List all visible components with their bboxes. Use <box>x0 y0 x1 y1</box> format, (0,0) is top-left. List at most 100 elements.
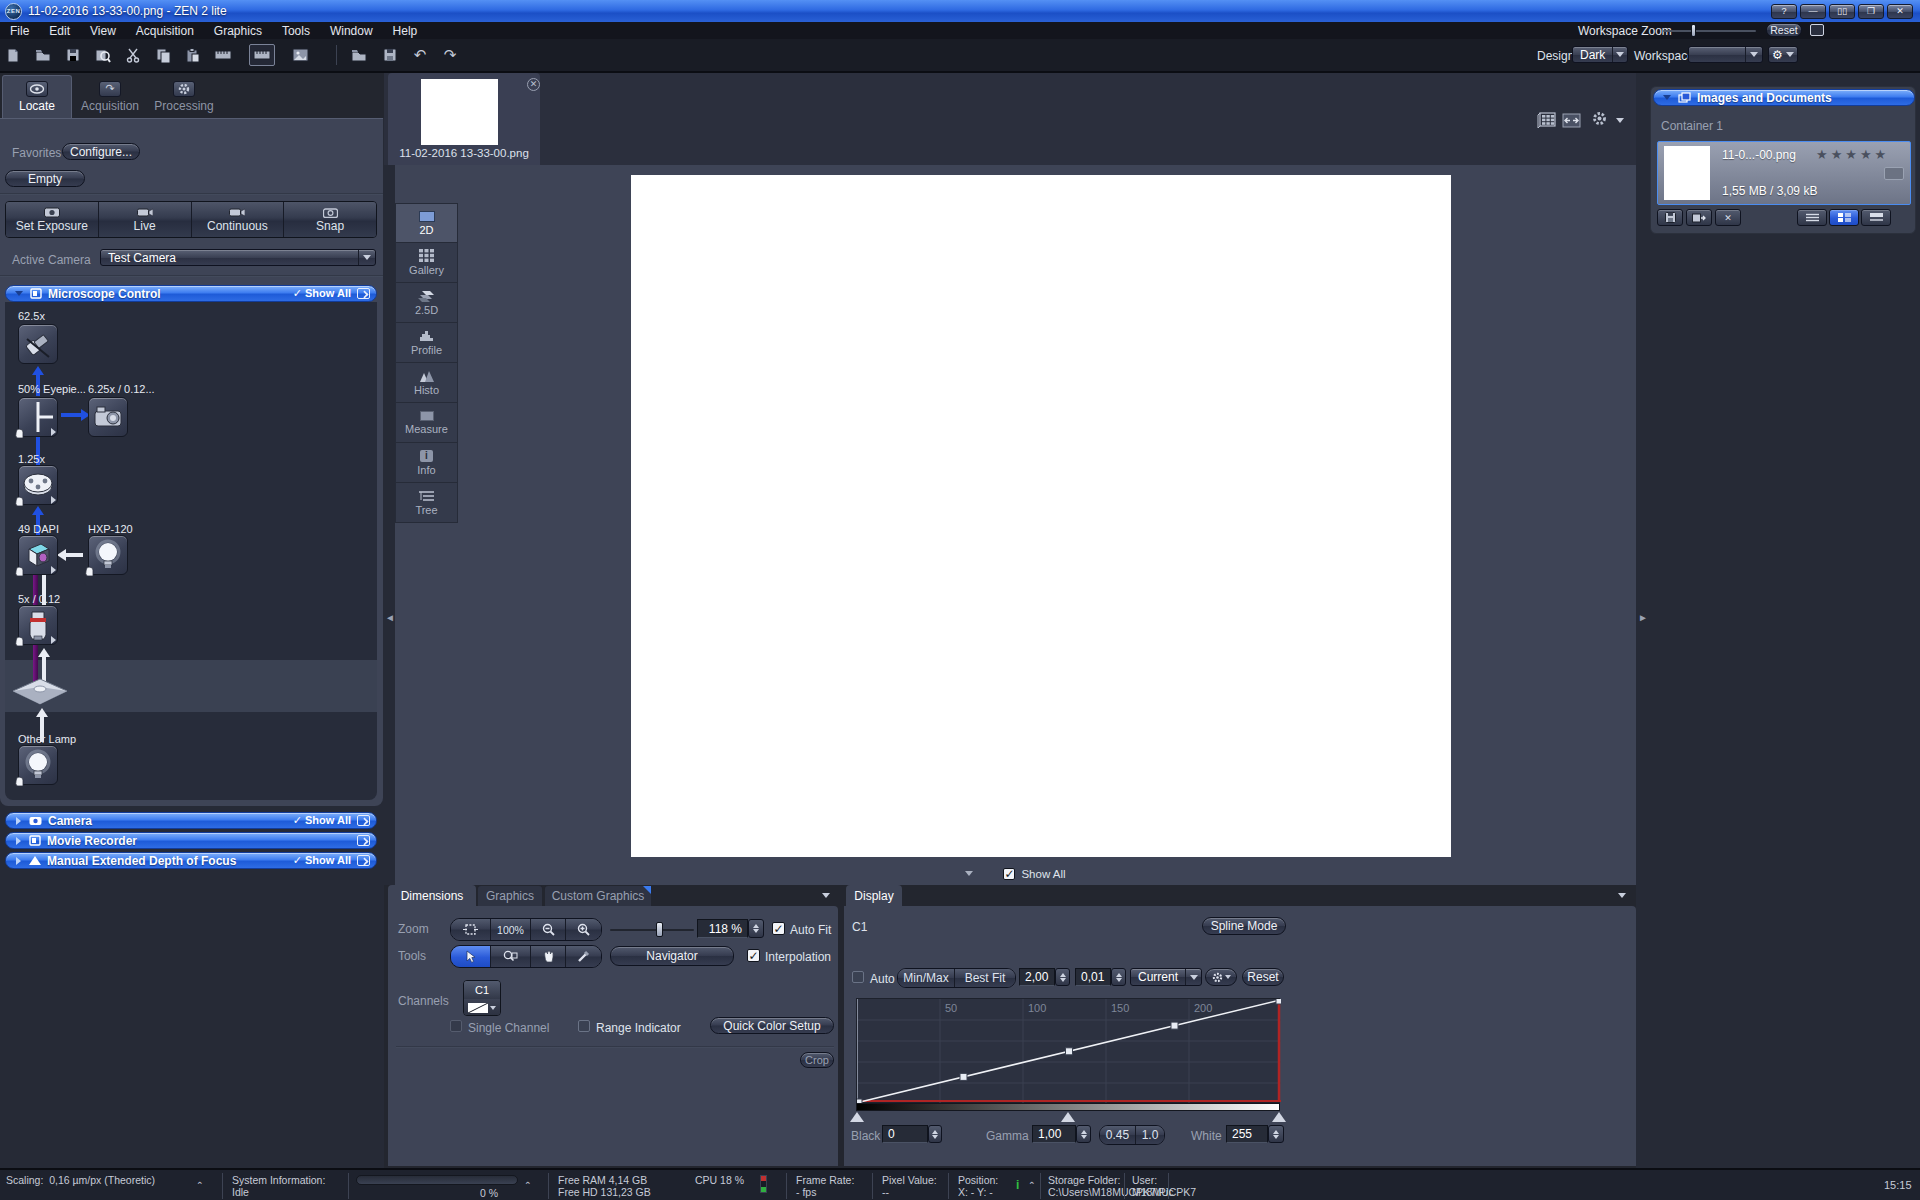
tab-acquisition[interactable]: ↷ Acquisition <box>74 75 146 118</box>
delete-item-button[interactable]: ✕ <box>1715 209 1741 226</box>
auto-fit-checkbox[interactable]: ✓ <box>772 922 785 935</box>
zoom-out-button[interactable] <box>531 919 566 940</box>
min-max-button[interactable]: Min/Max <box>898 969 955 987</box>
save-2-icon[interactable] <box>381 47 399 63</box>
stage-node[interactable] <box>11 677 69 712</box>
list-view-button[interactable] <box>1797 209 1827 226</box>
dimensions-more-caret[interactable] <box>822 893 830 898</box>
help-button[interactable]: ? <box>1771 4 1797 19</box>
picker-tool-button[interactable] <box>566 946 601 967</box>
active-camera-dropdown[interactable]: Test Camera <box>100 249 376 266</box>
empty-button[interactable]: Empty <box>5 170 85 187</box>
menu-file[interactable]: File <box>0 24 39 38</box>
view-tab-2-5d[interactable]: 2.5D <box>395 283 458 323</box>
manual-edf-section-header[interactable]: Manual Extended Depth of Focus ✓ Show Al… <box>5 852 377 869</box>
view-tab-histo[interactable]: Histo <box>395 363 458 403</box>
minmax-low-stepper[interactable] <box>1055 968 1070 986</box>
paste-icon[interactable] <box>184 47 202 63</box>
live-button[interactable]: Live <box>99 202 192 237</box>
ruler-icon[interactable] <box>214 47 232 63</box>
white-point-slider[interactable] <box>1272 1112 1286 1122</box>
view-tab-2d[interactable]: 2D <box>395 203 458 243</box>
view-tab-measure[interactable]: Measure <box>395 403 458 443</box>
layout-grid-icon[interactable] <box>1537 112 1556 132</box>
gamma-stepper[interactable] <box>1076 1125 1091 1143</box>
document-list-item[interactable]: 11-0...-00.png ★★★★★ 1,55 MB / 3,09 kB <box>1657 141 1911 205</box>
cut-icon[interactable] <box>124 47 142 63</box>
white-stepper[interactable] <box>1268 1125 1284 1143</box>
current-dropdown[interactable]: Current <box>1130 968 1202 986</box>
view-tab-info[interactable]: iInfo <box>395 443 458 483</box>
quick-color-setup-button[interactable]: Quick Color Setup <box>710 1017 834 1034</box>
show-all-checkbox[interactable]: ✓ <box>1003 868 1015 880</box>
close-document-icon[interactable]: ✕ <box>527 78 540 91</box>
workspace-zoom-slider[interactable] <box>1663 30 1756 32</box>
menu-tools[interactable]: Tools <box>272 24 320 38</box>
black-point-slider[interactable] <box>850 1112 864 1122</box>
menu-graphics[interactable]: Graphics <box>204 24 272 38</box>
minmax-low-input[interactable]: 2,00 <box>1019 968 1055 986</box>
movie-recorder-section-header[interactable]: Movie Recorder <box>5 832 377 849</box>
tab-locate[interactable]: Locate <box>2 75 72 118</box>
minmax-high-stepper[interactable] <box>1111 968 1126 986</box>
spline-mode-button[interactable]: Spline Mode <box>1202 917 1286 935</box>
black-stepper[interactable] <box>928 1125 942 1143</box>
view-tab-gallery[interactable]: Gallery <box>395 243 458 283</box>
zoom-value-stepper[interactable] <box>748 919 764 938</box>
tile-button[interactable]: ▯▯ <box>1829 4 1855 19</box>
zoom-slider-thumb[interactable] <box>656 922 663 937</box>
undock-icon[interactable] <box>357 855 370 866</box>
display-gear-dropdown[interactable] <box>1205 968 1237 986</box>
navigator-button[interactable]: Navigator <box>610 946 734 966</box>
split-view-icon[interactable] <box>1562 112 1581 132</box>
continuous-button[interactable]: Continuous <box>192 202 285 237</box>
histogram-curve-editor[interactable]: 50 100 150 200 <box>856 998 1280 1103</box>
export-item-button[interactable] <box>1686 209 1712 226</box>
find-icon[interactable] <box>94 47 112 63</box>
new-document-icon[interactable] <box>4 47 22 63</box>
rating-stars[interactable]: ★★★★★ <box>1816 147 1889 162</box>
open-file-2-icon[interactable] <box>350 47 368 63</box>
copy-icon[interactable] <box>154 47 172 63</box>
workspace-zoom-slider-thumb[interactable] <box>1691 24 1696 37</box>
zoom-fit-button[interactable] <box>451 919 491 940</box>
reset-button[interactable]: Reset <box>1242 968 1284 986</box>
menu-acquisition[interactable]: Acquisition <box>126 24 204 38</box>
open-file-icon[interactable] <box>34 47 52 63</box>
eyepiece-node[interactable] <box>18 324 58 364</box>
save-icon[interactable] <box>64 47 82 63</box>
crop-button[interactable]: Crop <box>800 1052 834 1068</box>
info-expand-chevron[interactable]: ⌃ <box>1028 1180 1036 1190</box>
tab-dimensions[interactable]: Dimensions <box>388 885 476 906</box>
minmax-high-input[interactable]: 0,01 <box>1075 968 1111 986</box>
channel-c1-button[interactable]: C1 <box>463 980 501 1016</box>
tab-graphics[interactable]: Graphics <box>477 885 543 906</box>
show-all-check[interactable]: ✓ Show All <box>293 814 351 827</box>
document-thumbnail[interactable] <box>421 79 498 145</box>
design-dropdown[interactable]: Dark <box>1572 46 1628 63</box>
pan-tool-button[interactable] <box>531 946 566 967</box>
zoom-value-input[interactable]: 118 % <box>697 919 748 938</box>
set-exposure-button[interactable]: Set Exposure <box>6 202 99 237</box>
more-options-caret[interactable] <box>1616 118 1624 123</box>
interpolation-checkbox[interactable]: ✓ <box>747 949 760 962</box>
menu-help[interactable]: Help <box>383 24 428 38</box>
black-input[interactable]: 0 <box>882 1125 928 1143</box>
configure-button[interactable]: Configure... <box>62 143 140 160</box>
gamma-slider[interactable] <box>1061 1112 1075 1122</box>
view-tab-profile[interactable]: Profile <box>395 323 458 363</box>
right-splitter-collapse[interactable]: ► <box>1638 612 1648 623</box>
expand-caret[interactable] <box>965 871 973 876</box>
range-indicator-checkbox[interactable] <box>578 1020 590 1032</box>
displayed-image[interactable] <box>631 175 1451 857</box>
minimize-button[interactable]: — <box>1800 4 1826 19</box>
document-tab[interactable]: ✕ 11-02-2016 13-33-00.png <box>388 73 540 165</box>
workspace-zoom-reset-button[interactable]: Reset <box>1766 23 1802 37</box>
zoom-region-tool-button[interactable] <box>491 946 531 967</box>
save-item-button[interactable] <box>1657 209 1683 226</box>
best-fit-button[interactable]: Best Fit <box>955 969 1015 987</box>
menu-window[interactable]: Window <box>320 24 383 38</box>
close-button[interactable]: ✕ <box>1887 4 1913 19</box>
workspace-gear-dropdown[interactable]: ⚙ <box>1768 46 1798 63</box>
zoom-in-button[interactable] <box>566 919 601 940</box>
